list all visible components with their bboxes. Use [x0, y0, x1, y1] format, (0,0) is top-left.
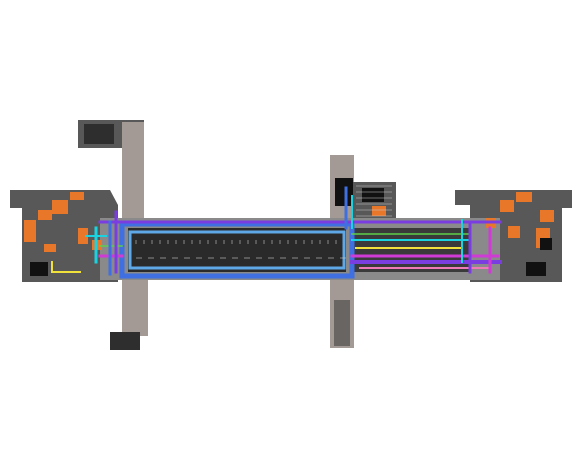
north-west-tower-inner [84, 124, 114, 144]
service-core [362, 188, 384, 202]
service-core [335, 178, 353, 206]
east-corridor-south-hatch [334, 300, 350, 346]
plant-room [24, 220, 36, 242]
south-west-stair [110, 332, 140, 350]
west-corridor-north [122, 122, 144, 220]
service-core [30, 262, 48, 276]
plant-room [500, 200, 514, 212]
plant-room [540, 210, 554, 222]
plant-room [516, 192, 532, 202]
west-corridor-south [122, 278, 148, 336]
plant-room [44, 244, 56, 252]
plant-room [372, 206, 386, 216]
plant-room [52, 200, 68, 214]
mep-floor-plan [10, 120, 572, 350]
service-core [526, 262, 546, 276]
central-spine-inner [128, 228, 346, 272]
plant-room [508, 226, 520, 238]
floor-plan-canvas [0, 0, 585, 475]
service-core [540, 238, 552, 250]
plant-room [70, 192, 84, 200]
plant-room [38, 210, 52, 220]
